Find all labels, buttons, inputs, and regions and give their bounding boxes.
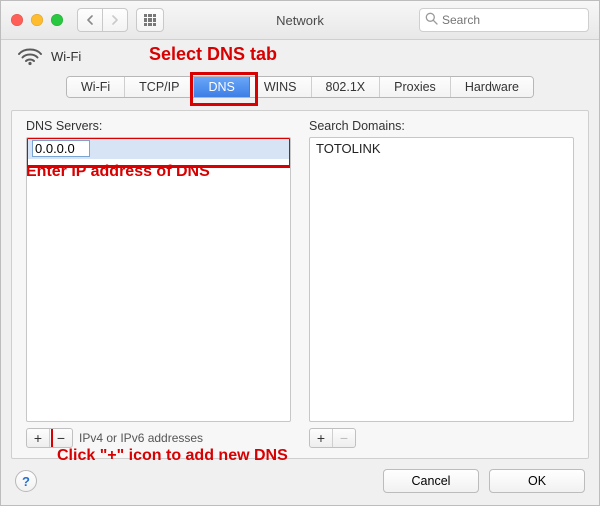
- connection-header: Wi-Fi: [17, 46, 81, 66]
- search-input[interactable]: [419, 8, 589, 32]
- tabstrip: Wi-FiTCP/IPDNSWINS802.1XProxiesHardware: [1, 70, 599, 110]
- annotation-select-dns-tab: Select DNS tab: [149, 44, 277, 65]
- add-dns-server-button[interactable]: +: [27, 429, 49, 447]
- dns-servers-label: DNS Servers:: [26, 119, 291, 133]
- show-all-button[interactable]: [136, 8, 164, 32]
- annotation-click-plus: Click "+" icon to add new DNS: [57, 447, 288, 465]
- tab-wi-fi[interactable]: Wi-Fi: [67, 77, 125, 97]
- sheet-footer: ? Cancel OK: [1, 467, 599, 505]
- dns-servers-footer: + − IPv4 or IPv6 addresses: [26, 428, 291, 448]
- connection-name: Wi-Fi: [51, 49, 81, 64]
- nav-back-button[interactable]: [77, 8, 102, 32]
- tab-tcp-ip[interactable]: TCP/IP: [125, 77, 194, 97]
- chevron-right-icon: [111, 15, 119, 25]
- add-search-domain-button[interactable]: +: [310, 429, 332, 447]
- close-icon[interactable]: [11, 14, 23, 26]
- dns-server-row[interactable]: [27, 138, 290, 159]
- search-icon: [425, 12, 438, 28]
- annotation-enter-ip: Enter IP address of DNS: [26, 163, 210, 181]
- search-wrap: [419, 8, 589, 32]
- tab-dns[interactable]: DNS: [194, 77, 249, 97]
- cancel-button[interactable]: Cancel: [383, 469, 479, 493]
- chevron-left-icon: [86, 15, 94, 25]
- tab-hardware[interactable]: Hardware: [451, 77, 533, 97]
- tab-802-1x[interactable]: 802.1X: [312, 77, 381, 97]
- dns-server-input[interactable]: [33, 141, 89, 156]
- search-domains-list[interactable]: TOTOLINK: [309, 137, 574, 422]
- traffic-lights: [11, 14, 63, 26]
- search-domain-row[interactable]: TOTOLINK: [310, 138, 573, 159]
- search-domains-label: Search Domains:: [309, 119, 574, 133]
- network-prefs-window: Network Wi-Fi Select DNS tab Wi-FiTCP/IP…: [0, 0, 600, 506]
- remove-search-domain-button[interactable]: −: [332, 429, 355, 447]
- tabs-segmented-control: Wi-FiTCP/IPDNSWINS802.1XProxiesHardware: [66, 76, 534, 98]
- nav-buttons: [77, 8, 128, 32]
- search-domains-add-remove: + −: [309, 428, 356, 448]
- search-domains-column: Search Domains: TOTOLINK + −: [309, 119, 574, 448]
- tab-proxies[interactable]: Proxies: [380, 77, 451, 97]
- zoom-icon[interactable]: [51, 14, 63, 26]
- minimize-icon[interactable]: [31, 14, 43, 26]
- ok-button[interactable]: OK: [489, 469, 585, 493]
- nav-forward-button[interactable]: [102, 8, 128, 32]
- search-domains-footer: + −: [309, 428, 574, 448]
- dns-panel: Enter IP address of DNS DNS Servers: + −…: [11, 110, 589, 459]
- subheader: Wi-Fi Select DNS tab: [1, 40, 599, 70]
- remove-dns-server-button[interactable]: −: [49, 429, 72, 447]
- dns-servers-hint: IPv4 or IPv6 addresses: [79, 431, 203, 445]
- help-button[interactable]: ?: [15, 470, 37, 492]
- tab-wins[interactable]: WINS: [250, 77, 312, 97]
- grid-icon: [144, 14, 156, 26]
- dns-servers-add-remove: + −: [26, 428, 73, 448]
- titlebar: Network: [1, 1, 599, 40]
- wifi-icon: [17, 46, 43, 66]
